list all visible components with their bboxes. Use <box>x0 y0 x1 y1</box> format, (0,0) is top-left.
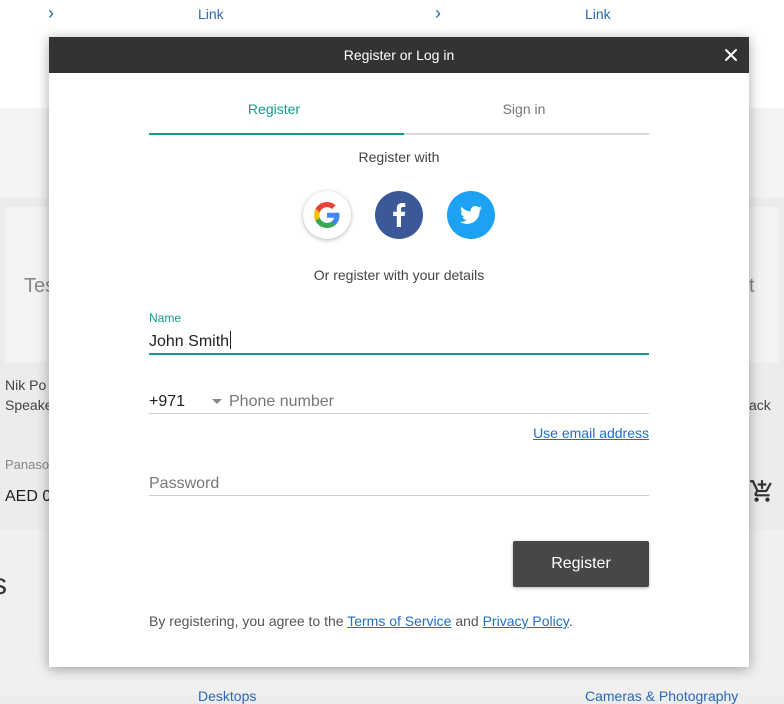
name-field[interactable]: Name John Smith <box>149 311 649 355</box>
country-code-select[interactable]: +971 <box>149 393 185 411</box>
background-link[interactable]: Cameras & Photography <box>585 688 738 704</box>
background-link[interactable]: Link <box>198 6 224 22</box>
auth-tabs: Register Sign in <box>149 95 649 135</box>
chevron-right-icon: › <box>48 3 54 23</box>
register-with-label: Register with <box>358 149 440 165</box>
password-input[interactable]: Password <box>149 475 219 493</box>
phone-number-input[interactable]: Phone number <box>229 393 334 411</box>
twitter-icon <box>460 206 482 224</box>
background-brand: Panaso <box>5 457 50 472</box>
terms-and: and <box>451 613 483 629</box>
background-fragment: t <box>749 275 755 297</box>
terms-suffix: . <box>568 613 573 629</box>
facebook-login-button[interactable] <box>375 191 423 239</box>
add-to-cart-icon[interactable] <box>749 478 775 504</box>
google-login-button[interactable] <box>303 191 351 239</box>
name-input[interactable]: John Smith <box>149 331 232 351</box>
background-product-title: Nik Po <box>5 377 47 393</box>
password-field[interactable]: Password <box>149 473 649 496</box>
chevron-right-icon: › <box>435 3 441 23</box>
or-register-details-label: Or register with your details <box>313 267 485 283</box>
close-icon[interactable] <box>721 45 741 65</box>
background-link-row: › Link › Link <box>0 0 784 30</box>
background-section-heading: s <box>0 568 7 602</box>
privacy-policy-link[interactable]: Privacy Policy <box>483 613 569 629</box>
phone-field: +971 Phone number <box>149 391 649 414</box>
terms-of-service-link[interactable]: Terms of Service <box>347 613 451 629</box>
terms-prefix: By registering, you agree to the <box>149 613 348 629</box>
name-input-value: John Smith <box>149 333 230 350</box>
background-price: AED 0 <box>5 488 52 505</box>
terms-notice: By registering, you agree to the Terms o… <box>149 613 573 629</box>
facebook-icon <box>393 203 406 227</box>
google-icon <box>314 202 340 228</box>
background-link[interactable]: Link <box>585 6 611 22</box>
tab-sign-in[interactable]: Sign in <box>399 101 649 117</box>
background-product-title: Speake <box>5 397 53 413</box>
register-button[interactable]: Register <box>513 541 649 587</box>
use-email-address-link[interactable]: Use email address <box>149 425 649 441</box>
modal-title: Register or Log in <box>343 47 455 63</box>
text-caret <box>230 331 232 349</box>
chevron-down-icon[interactable] <box>212 399 222 404</box>
background-product-title: ack <box>749 397 771 413</box>
twitter-login-button[interactable] <box>447 191 495 239</box>
modal-header: Register or Log in <box>49 37 749 73</box>
name-field-label: Name <box>149 311 182 325</box>
tab-register[interactable]: Register <box>149 101 399 117</box>
background-link[interactable]: Desktops <box>198 688 256 704</box>
active-tab-indicator <box>149 133 404 135</box>
register-login-modal: Register or Log in Register Sign in Regi… <box>49 37 749 667</box>
